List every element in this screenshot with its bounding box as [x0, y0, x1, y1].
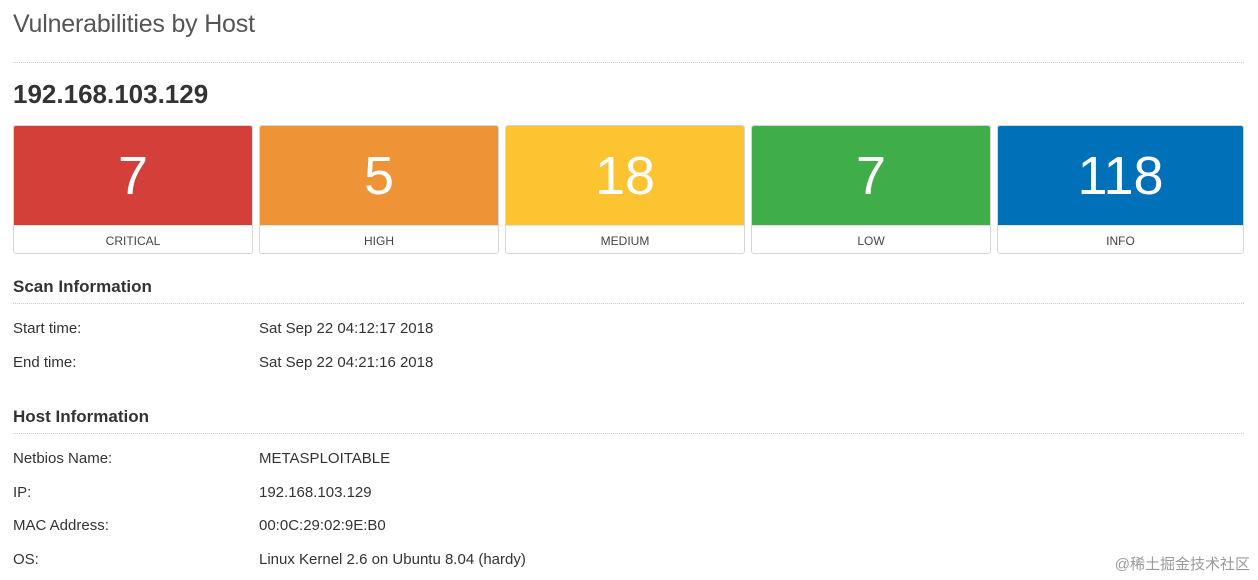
severity-label-critical: CRITICAL: [14, 225, 252, 253]
info-value: Sat Sep 22 04:21:16 2018: [259, 354, 434, 371]
info-key: End time:: [13, 354, 77, 371]
info-value: 00:0C:29:02:9E:B0: [259, 517, 386, 534]
host-info-row-netbios: Netbios Name: METASPLOITABLE: [13, 450, 1244, 472]
severity-summary: 7 CRITICAL 5 HIGH 18 MEDIUM 7 LOW 118 IN…: [13, 125, 1244, 255]
severity-count-critical: 7: [14, 126, 252, 225]
info-value: METASPLOITABLE: [259, 450, 391, 467]
scan-info-row-end: End time: Sat Sep 22 04:21:16 2018: [13, 354, 1244, 376]
info-value: Sat Sep 22 04:12:17 2018: [259, 320, 434, 337]
watermark: @稀土掘金技术社区: [1114, 556, 1250, 573]
host-info-row-os: OS: Linux Kernel 2.6 on Ubuntu 8.04 (har…: [13, 551, 1244, 573]
host-info-divider: [13, 433, 1244, 434]
severity-label-low: LOW: [752, 225, 990, 253]
info-key: Netbios Name:: [13, 450, 113, 467]
host-title: 192.168.103.129: [13, 79, 209, 109]
host-info-row-mac: MAC Address: 00:0C:29:02:9E:B0: [13, 517, 1244, 539]
severity-count-low: 7: [752, 126, 990, 225]
info-value: Linux Kernel 2.6 on Ubuntu 8.04 (hardy): [259, 551, 526, 568]
info-value: 192.168.103.129: [259, 484, 372, 501]
page-title: Vulnerabilities by Host: [13, 10, 255, 38]
severity-count-info: 118: [998, 126, 1243, 225]
severity-card-critical[interactable]: 7 CRITICAL: [13, 125, 253, 254]
severity-label-high: HIGH: [260, 225, 498, 253]
report-page: Vulnerabilities by Host 192.168.103.129 …: [0, 0, 1258, 580]
info-key: MAC Address:: [13, 517, 109, 534]
severity-card-low[interactable]: 7 LOW: [751, 125, 991, 254]
severity-card-info[interactable]: 118 INFO: [997, 125, 1244, 254]
scan-info-row-start: Start time: Sat Sep 22 04:12:17 2018: [13, 320, 1244, 342]
severity-count-medium: 18: [506, 126, 744, 225]
info-key: IP:: [13, 484, 32, 501]
title-divider: [13, 62, 1244, 63]
severity-card-high[interactable]: 5 HIGH: [259, 125, 499, 254]
scan-info-title: Scan Information: [13, 277, 152, 296]
severity-card-medium[interactable]: 18 MEDIUM: [505, 125, 745, 254]
scan-info-divider: [13, 303, 1244, 304]
info-key: OS:: [13, 551, 39, 568]
severity-label-info: INFO: [998, 225, 1243, 253]
host-info-title: Host Information: [13, 407, 149, 426]
severity-label-medium: MEDIUM: [506, 225, 744, 253]
host-info-row-ip: IP: 192.168.103.129: [13, 484, 1244, 506]
info-key: Start time:: [13, 320, 82, 337]
severity-count-high: 5: [260, 126, 498, 225]
